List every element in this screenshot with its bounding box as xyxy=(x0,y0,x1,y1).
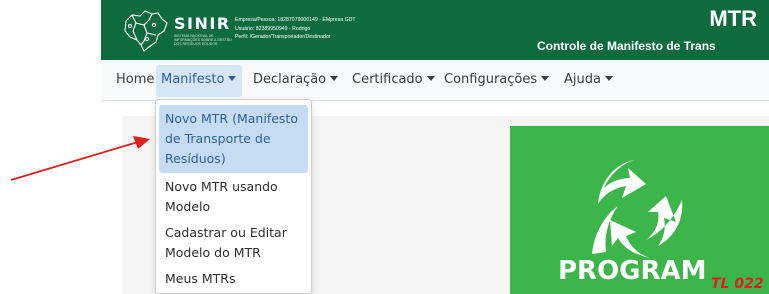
nav-certificado-label: Certificado xyxy=(352,72,423,87)
nav-configuracoes[interactable]: Configurações xyxy=(444,72,550,87)
main-navbar: Home Manifesto Declaração Certificado Co… xyxy=(101,60,769,101)
screenshot-root: { "header": { "logo_name": "SINIR", "log… xyxy=(0,0,769,294)
caret-down-icon xyxy=(228,76,237,81)
menu-item-novo-mtr-modelo[interactable]: Novo MTR usando Modelo xyxy=(159,173,308,221)
app-header: SINIR SISTEMA NACIONAL DE INFORMAÇÕES SO… xyxy=(101,0,769,60)
nav-ajuda-label: Ajuda xyxy=(564,72,601,87)
annotation-label: TL 022 xyxy=(711,276,764,292)
logo-name: SINIR xyxy=(174,14,231,33)
nav-home-label: Home xyxy=(116,72,155,87)
program-banner: PROGRAM xyxy=(510,126,769,294)
caret-down-icon xyxy=(604,76,613,81)
nav-configuracoes-label: Configurações xyxy=(444,72,538,87)
brand-subtitle: Controle de Manifesto de Trans xyxy=(537,39,716,53)
menu-item-novo-mtr[interactable]: Novo MTR (Manifesto de Transporte de Res… xyxy=(159,105,308,173)
program-title: PROGRAM xyxy=(558,256,707,286)
user-info: Empresa/Pessoa: 18287079000149 - EMpresa… xyxy=(235,16,356,42)
caret-down-icon xyxy=(330,76,339,81)
brand-title: MTR xyxy=(709,6,757,31)
nav-manifesto[interactable]: Manifesto xyxy=(156,65,243,97)
nav-home[interactable]: Home xyxy=(116,72,154,87)
manifesto-dropdown-menu: Novo MTR (Manifesto de Transporte de Res… xyxy=(155,99,312,294)
menu-item-meus-mtrs[interactable]: Meus MTRs xyxy=(159,265,308,293)
menu-item-cadastrar-modelo[interactable]: Cadastrar ou Editar Modelo do MTR xyxy=(159,219,308,267)
nav-declaracao-label: Declaração xyxy=(253,72,327,87)
logo-subtitle: SISTEMA NACIONAL DE INFORMAÇÕES SOBRE A … xyxy=(174,34,232,47)
company-line: Empresa/Pessoa: 18287079000149 - EMpresa… xyxy=(235,17,356,23)
caret-down-icon xyxy=(541,76,550,81)
nav-certificado[interactable]: Certificado xyxy=(352,72,435,87)
user-line: Usuário: 82389950949 - Rodrigo xyxy=(235,25,311,32)
nav-manifesto-label: Manifesto xyxy=(161,72,225,87)
nav-declaracao[interactable]: Declaração xyxy=(253,72,339,87)
caret-down-icon xyxy=(426,76,435,81)
nav-ajuda[interactable]: Ajuda xyxy=(564,72,613,87)
recycle-leaf-icon xyxy=(592,160,683,258)
profile-line: Perfil: /Gerador/Transportador/Destinado… xyxy=(235,34,331,41)
brazil-map-icon xyxy=(124,10,168,52)
